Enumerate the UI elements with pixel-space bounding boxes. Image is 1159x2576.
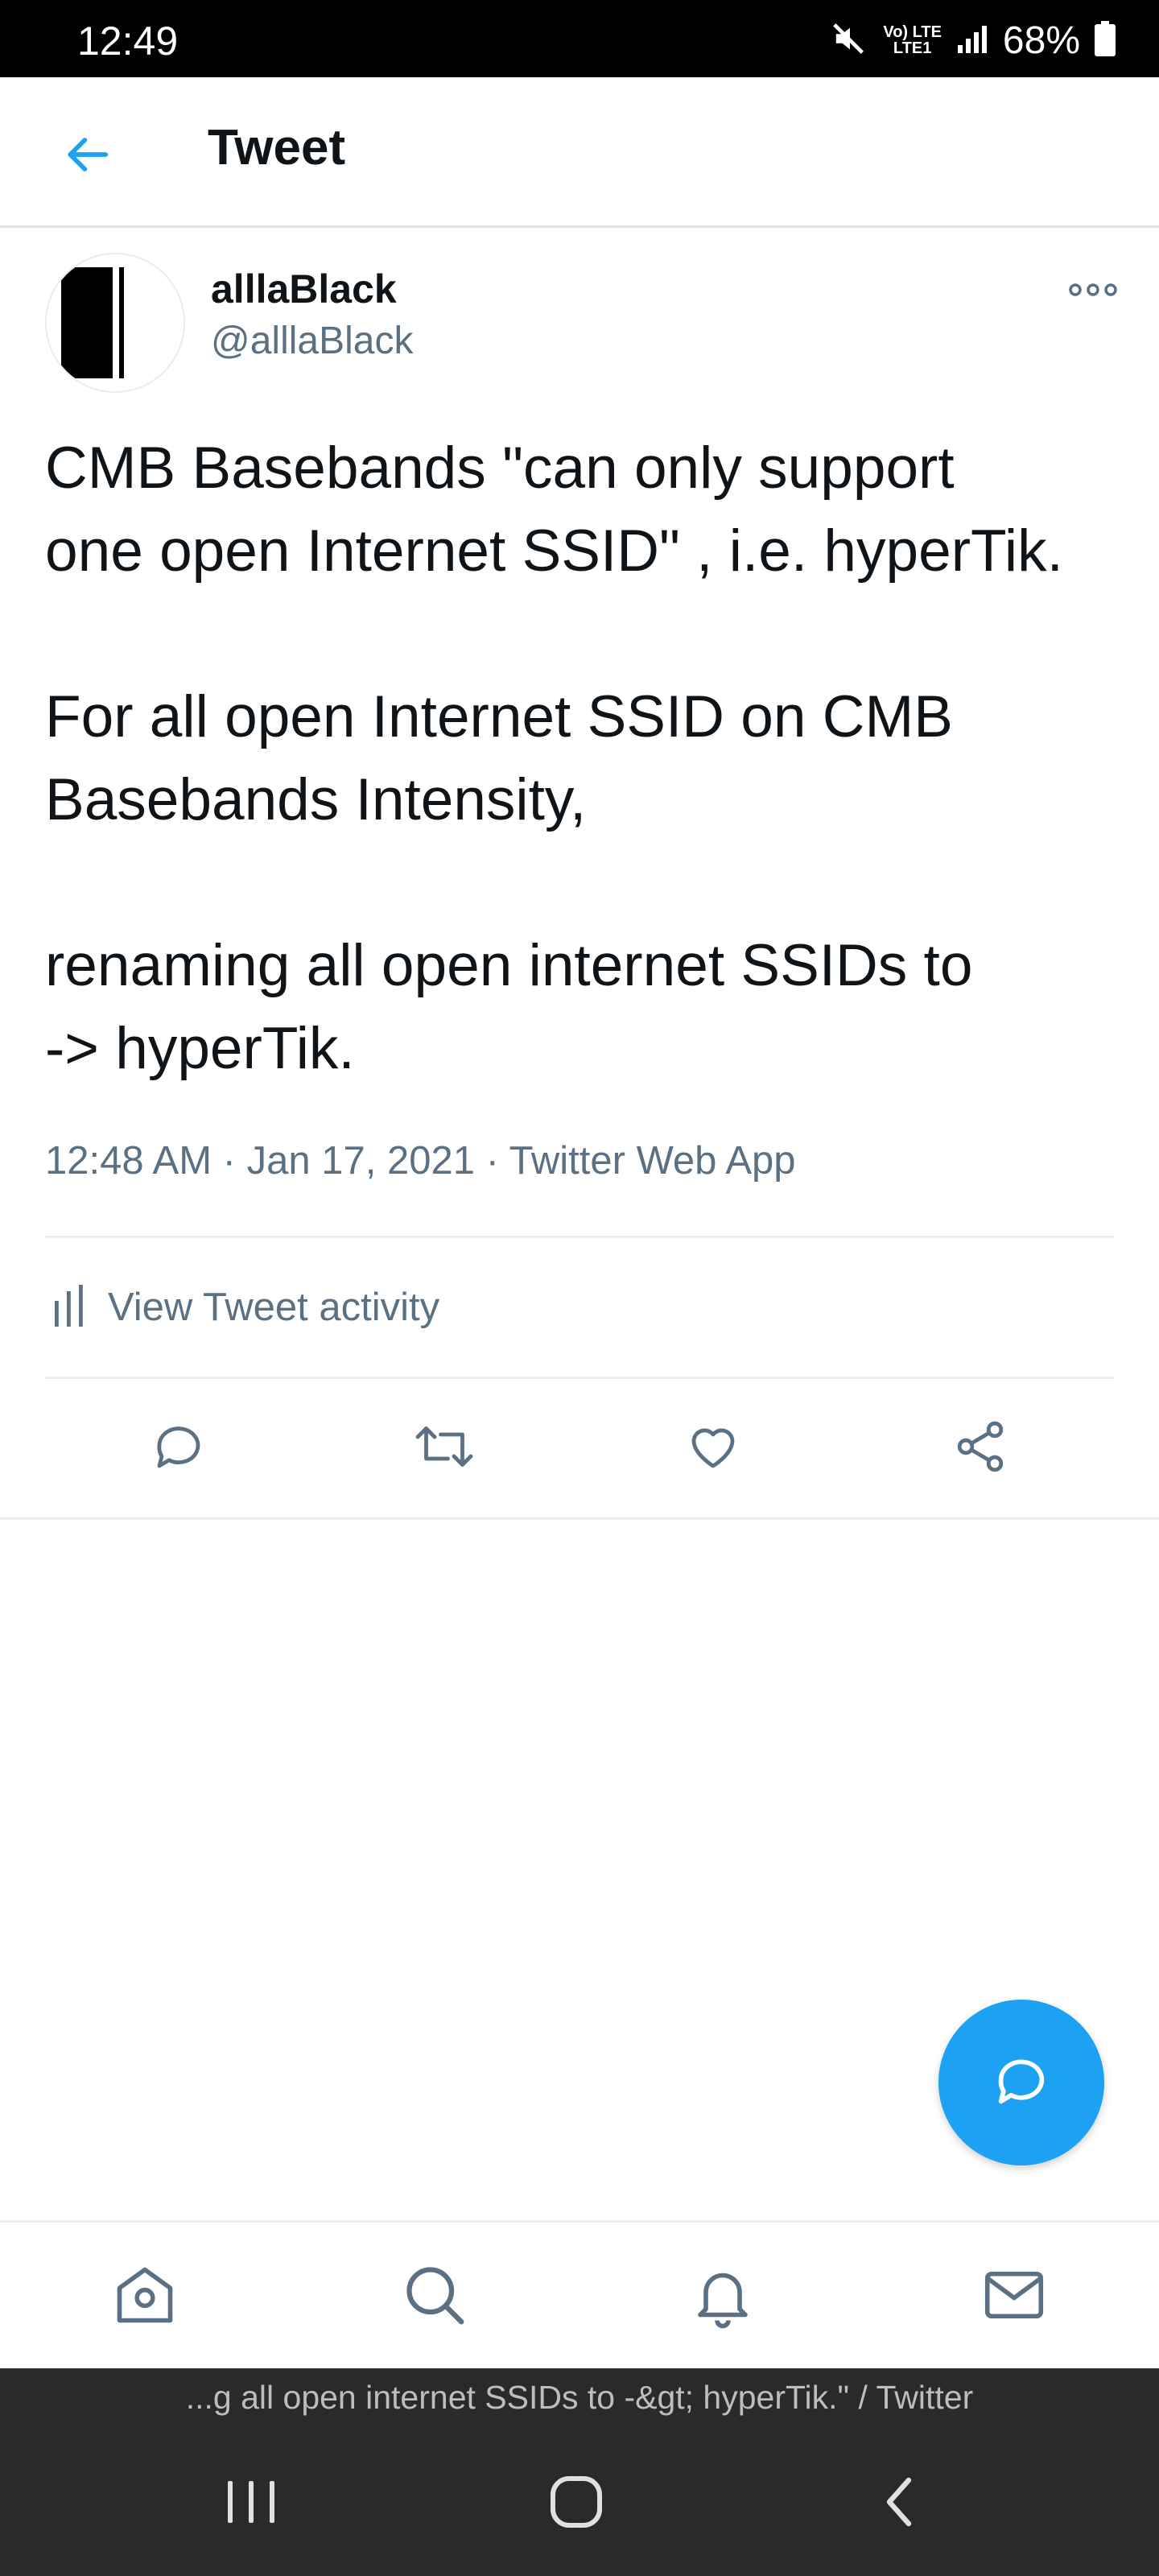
messages-icon <box>980 2261 1048 2333</box>
arrow-left-icon <box>62 130 112 184</box>
tab-search[interactable] <box>390 2252 480 2342</box>
tweet-line: Basebands Intensity, <box>45 767 587 832</box>
back-chevron-icon <box>880 2474 920 2534</box>
home-icon <box>111 2261 179 2333</box>
tweet-action-bar <box>0 1379 1159 1517</box>
tweet-metadata: 12:48 AM · Jan 17, 2021 · Twitter Web Ap… <box>45 1138 796 1183</box>
tweet-time[interactable]: 12:48 AM <box>45 1139 212 1183</box>
back-button[interactable] <box>48 118 126 195</box>
battery-icon <box>1095 20 1116 60</box>
more-options-button[interactable] <box>1054 272 1132 311</box>
status-time: 12:49 <box>77 19 179 64</box>
compose-reply-button[interactable] <box>938 2000 1104 2165</box>
reply-icon <box>150 1418 208 1480</box>
avatar[interactable] <box>45 253 185 393</box>
notifications-icon <box>689 2261 757 2333</box>
tweet-text: CMB Basebands "can only support one open… <box>45 427 1124 1090</box>
status-bar: 12:49 Vo) LTE LTE1 68% <box>0 0 1159 77</box>
status-icons: Vo) LTE LTE1 68% <box>831 18 1116 63</box>
tweet-line: CMB Basebands "can only support <box>45 436 955 501</box>
tweet-line: renaming all open internet SSIDs to <box>45 933 973 998</box>
author-name[interactable]: alllaBlack <box>211 266 397 312</box>
battery-percent: 68% <box>1002 19 1080 62</box>
reply-button[interactable] <box>140 1410 217 1487</box>
page-title: Tweet <box>208 120 346 175</box>
author-handle[interactable]: @alllaBlack <box>211 319 413 363</box>
network-sub: LTE1 <box>893 39 932 57</box>
recents-icon <box>223 2478 279 2530</box>
tab-notifications[interactable] <box>678 2252 768 2342</box>
home-nav-button[interactable] <box>528 2455 625 2552</box>
view-tweet-activity[interactable]: View Tweet activity <box>45 1238 1114 1377</box>
share-icon <box>951 1418 1009 1480</box>
tweet-line: one open Internet SSID" , i.e. hyperTik. <box>45 518 1063 584</box>
reply-bubble-icon <box>991 2050 1052 2116</box>
meta-separator: · <box>222 1139 236 1183</box>
home-circle-icon <box>548 2474 604 2534</box>
tweet-line: For all open Internet SSID on CMB <box>45 684 953 749</box>
search-icon <box>401 2261 468 2333</box>
signal-icon <box>956 23 988 59</box>
tweet-line: -> hyperTik. <box>45 1016 355 1081</box>
tab-home[interactable] <box>100 2252 190 2342</box>
share-button[interactable] <box>942 1410 1019 1487</box>
retweet-button[interactable] <box>406 1410 483 1487</box>
network-label: Vo) LTE <box>883 23 942 41</box>
tweet-source[interactable]: Twitter Web App <box>509 1139 796 1183</box>
lte-icon: Vo) LTE LTE1 <box>883 24 942 56</box>
more-dots-icon <box>1068 281 1118 303</box>
bottom-tab-bar <box>0 2220 1159 2371</box>
back-nav-button[interactable] <box>852 2455 948 2552</box>
window-caption: ...g all open internet SSIDs to -&gt; hy… <box>185 2379 974 2416</box>
divider <box>0 1517 1159 1520</box>
tab-messages[interactable] <box>969 2252 1059 2342</box>
tweet-date[interactable]: Jan 17, 2021 <box>247 1139 475 1183</box>
mute-icon <box>831 20 868 61</box>
meta-separator: · <box>485 1139 499 1183</box>
top-bar: Tweet <box>0 77 1159 228</box>
recents-button[interactable] <box>203 2455 299 2552</box>
analytics-icon <box>53 1284 85 1331</box>
retweet-icon <box>413 1418 476 1480</box>
like-button[interactable] <box>674 1410 752 1487</box>
like-icon <box>684 1418 742 1480</box>
view-tweet-activity-label: View Tweet activity <box>108 1286 440 1329</box>
